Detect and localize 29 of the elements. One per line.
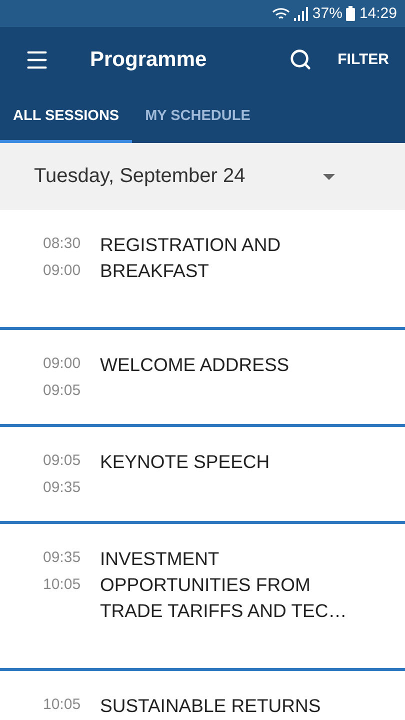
tab[interactable]: MY SCHEDULE xyxy=(132,92,264,143)
session-row[interactable]: 09:05 09:35 KEYNOTE SPEECH xyxy=(0,427,405,524)
session-title: INVESTMENT OPPORTUNITIES FROM TRADE TARIFFS AND TEC… xyxy=(100,547,348,623)
session-title: WELCOME ADDRESS xyxy=(100,353,290,377)
start-time: 10:05 xyxy=(43,696,82,713)
session-row[interactable]: 09:35 10:05 INVESTMENT OPPORTUNITIES FROM TRADE TARIFFS AND TEC… xyxy=(0,524,405,671)
filter-button[interactable]: FILTER xyxy=(334,47,393,72)
battery-icon xyxy=(346,6,356,21)
session-title: KEYNOTE SPEECH xyxy=(100,450,271,474)
clock: 14:29 xyxy=(359,5,397,22)
wifi-icon xyxy=(272,6,290,20)
start-time: 09:05 xyxy=(43,452,82,469)
end-time: 09:05 xyxy=(43,382,82,399)
start-time: 08:30 xyxy=(43,235,82,252)
end-time: 09:00 xyxy=(43,262,82,279)
session-row[interactable]: 08:30 09:00 REGISTRATION AND BREAKFAST xyxy=(0,210,405,330)
end-time: 09:35 xyxy=(43,479,82,496)
session-row[interactable]: 09:00 09:05 WELCOME ADDRESS xyxy=(0,330,405,427)
battery-level: 37% xyxy=(312,5,342,22)
start-time: 09:00 xyxy=(43,355,82,372)
session-row[interactable]: 10:05 SUSTAINABLE RETURNS xyxy=(0,671,405,720)
session-title: SUSTAINABLE RETURNS xyxy=(100,694,322,718)
screen-title: Programme xyxy=(90,48,208,72)
session-title: REGISTRATION AND BREAKFAST xyxy=(100,233,282,283)
signal-icon xyxy=(294,6,308,20)
date-dropdown[interactable]: Tuesday, September 24 xyxy=(0,143,405,210)
end-time: 10:05 xyxy=(43,576,82,593)
start-time: 09:35 xyxy=(43,549,82,566)
dropdown-arrow-icon xyxy=(323,174,336,180)
